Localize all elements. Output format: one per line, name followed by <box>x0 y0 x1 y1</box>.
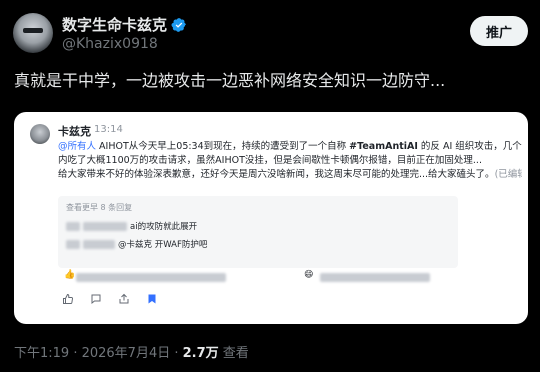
redacted-reactors <box>76 273 226 282</box>
redacted-reactors <box>320 273 430 282</box>
views-count: 2.7万 <box>182 346 219 361</box>
tweet-text: 真就是干中学，一边被攻击一边恶补网络安全知识一边防守... <box>14 71 446 90</box>
chat-time: 13:14 <box>94 124 123 135</box>
views-label: 查看 <box>218 346 249 361</box>
share-icon <box>119 293 129 304</box>
verified-badge-icon <box>171 17 186 32</box>
redacted-avatar <box>66 221 80 231</box>
chat-sender-avatar <box>30 124 50 144</box>
promote-button[interactable]: 推广 <box>470 16 528 46</box>
redacted-avatar <box>66 239 80 249</box>
tweet-timestamp[interactable]: 下午1:19 · 2026年7月4日 · <box>14 346 183 361</box>
mention-all: @所有人 <box>58 141 97 152</box>
author-handle[interactable]: @Khazix0918 <box>62 36 158 52</box>
chat-bubble-icon <box>91 294 101 305</box>
reply-thread: 查看更早 8 条回复 ai的攻防就此展开 @卡兹克 开WAF防护吧 <box>58 196 458 268</box>
reply-item: ai的攻防就此展开 <box>66 220 197 232</box>
author-name-row[interactable]: 数字生命卡兹克 <box>62 14 187 35</box>
reply-item: @卡兹克 开WAF防护吧 <box>66 238 207 250</box>
hashtag: #TeamAntiAI <box>349 141 418 152</box>
chat-toolbar <box>62 292 158 306</box>
display-name[interactable]: 数字生命卡兹克 <box>62 14 167 35</box>
chat-message-line-3: 给大家带来不好的体验深表歉意，还好今天是周六没啥新闻，我这周末尽可能的处理完..… <box>58 168 522 182</box>
avatar[interactable] <box>13 13 53 53</box>
reply-text: ai的攻防就此展开 <box>130 222 198 232</box>
tweet-meta: 下午1:19 · 2026年7月4日 · 2.7万 查看 <box>14 342 249 361</box>
reaction-row: 👍 😄 <box>58 270 508 284</box>
edited-label: (已编辑 <box>494 169 522 180</box>
smile-emoji-icon: 😄 <box>304 270 314 280</box>
chat-text-part: 的反 AI 组织攻击，几个小 <box>417 141 522 152</box>
chat-text-part: 给大家带来不好的体验深表歉意，还好今天是周六没啥新闻，我这周末尽可能的处理完..… <box>58 169 495 180</box>
reply-text: @卡兹克 开WAF防护吧 <box>118 240 208 250</box>
chat-sender-name: 卡兹克 <box>58 125 91 138</box>
chat-message: @所有人 AIHOT从今天早上05:34到现在，持续的遭受到了一个自称 #Tea… <box>58 140 522 182</box>
emoji-reaction-icon: 👍 <box>64 270 76 280</box>
embedded-chat-screenshot[interactable]: 卡兹克 13:14 @所有人 AIHOT从今天早上05:34到现在，持续的遭受到… <box>14 112 528 324</box>
replies-header: 查看更早 8 条回复 <box>66 203 133 212</box>
chat-message-line-2: 内吃了大概1100万的攻击请求，虽然AIHOT没挂，但是会间歇性卡顿偶尔报错，目… <box>58 155 482 166</box>
chat-message-line-1: @所有人 AIHOT从今天早上05:34到现在，持续的遭受到了一个自称 #Tea… <box>58 140 522 154</box>
chat-text-part: AIHOT从今天早上05:34到现在，持续的遭受到了一个自称 <box>99 141 350 152</box>
redacted-name <box>83 239 115 249</box>
avatar-glasses <box>23 28 43 33</box>
thumbs-up-icon <box>63 293 73 304</box>
bookmark-icon <box>148 294 156 304</box>
redacted-name <box>83 221 127 231</box>
